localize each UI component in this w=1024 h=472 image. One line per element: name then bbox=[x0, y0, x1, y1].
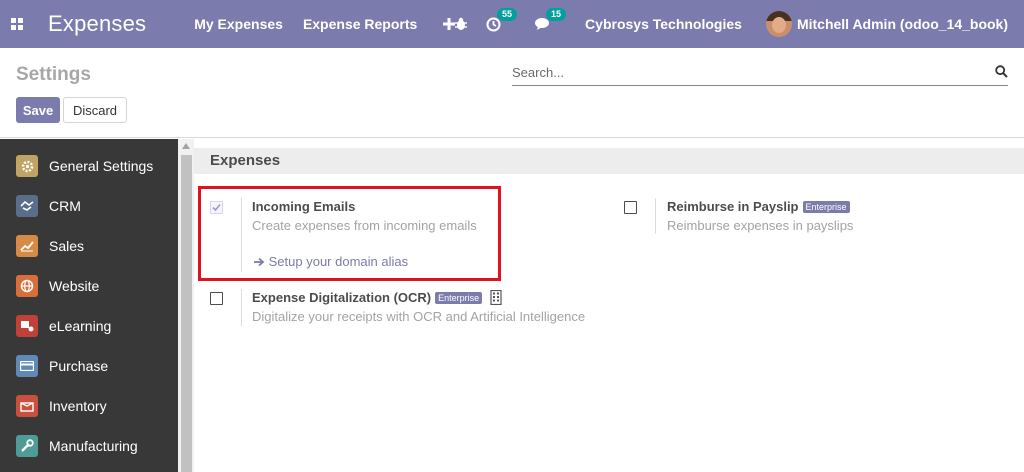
sidebar-item-general-settings[interactable]: General Settings bbox=[0, 146, 178, 186]
setting-divider bbox=[241, 289, 242, 326]
search-input[interactable] bbox=[512, 60, 982, 84]
sidebar-item-sales[interactable]: Sales bbox=[0, 226, 178, 266]
sidebar-item-manufacturing[interactable]: Manufacturing bbox=[0, 426, 178, 466]
expense-digitalization-label: Expense Digitalization (OCR) bbox=[252, 290, 432, 305]
sidebar-item-inventory[interactable]: Inventory bbox=[0, 386, 178, 426]
sidebar-item-label: CRM bbox=[49, 198, 81, 214]
expense-digitalization-title: Expense Digitalization (OCR) Enterprise bbox=[252, 289, 502, 306]
app-title[interactable]: Expenses bbox=[48, 11, 146, 37]
gear-icon bbox=[16, 155, 38, 177]
sidebar-item-label: Purchase bbox=[49, 358, 109, 374]
user-name: Mitchell Admin (odoo_14_book) bbox=[796, 16, 1008, 32]
avatar bbox=[765, 11, 792, 37]
reimburse-in-payslip-checkbox[interactable] bbox=[624, 201, 637, 214]
scrollbar-thumb[interactable] bbox=[181, 155, 192, 472]
reimburse-in-payslip-description: Reimburse expenses in payslips bbox=[667, 218, 854, 233]
activity-clock-icon[interactable]: 55 bbox=[486, 7, 518, 32]
navbar-right: 55 15 Cybrosys Technologies Mitchell Adm… bbox=[436, 0, 1008, 48]
scroll-up-arrow-icon[interactable] bbox=[181, 142, 191, 150]
handshake-icon bbox=[16, 195, 38, 217]
section-title: Expenses bbox=[210, 152, 281, 169]
sidebar-item-purchase[interactable]: Purchase bbox=[0, 346, 178, 386]
discard-button[interactable]: Discard bbox=[63, 97, 127, 123]
setting-divider bbox=[655, 198, 656, 234]
sidebar-item-label: Inventory bbox=[49, 398, 107, 414]
sidebar-item-label: Manufacturing bbox=[49, 438, 138, 454]
search-bar bbox=[512, 60, 1008, 86]
activity-count-badge: 55 bbox=[497, 7, 518, 21]
enterprise-badge: Enterprise bbox=[802, 201, 850, 213]
sidebar-item-elearning[interactable]: eLearning bbox=[0, 306, 178, 346]
chat-bubble-icon[interactable]: 15 bbox=[535, 8, 567, 31]
section-header: Expenses bbox=[194, 148, 1024, 174]
highlight-box bbox=[198, 186, 501, 281]
elearning-icon bbox=[16, 315, 38, 337]
top-navbar: Expenses My Expenses Expense Reports 55 bbox=[0, 0, 1024, 48]
settings-sidebar: General Settings CRM Sales Website eLear… bbox=[0, 139, 178, 472]
box-icon bbox=[16, 395, 38, 417]
apps-menu-icon[interactable] bbox=[0, 0, 34, 48]
sidebar-item-label: Sales bbox=[49, 238, 85, 254]
expense-digitalization-description: Digitalize your receipts with OCR and Ar… bbox=[252, 309, 586, 324]
company-switcher[interactable]: Cybrosys Technologies bbox=[585, 16, 742, 32]
save-button[interactable]: Save bbox=[16, 97, 60, 123]
sidebar-item-label: Website bbox=[49, 278, 100, 294]
expense-digitalization-checkbox[interactable] bbox=[210, 292, 223, 305]
wrench-icon bbox=[16, 435, 38, 457]
page-title: Settings bbox=[16, 64, 91, 85]
reimburse-in-payslip-title: Reimburse in Payslip Enterprise bbox=[667, 199, 850, 214]
user-menu[interactable]: Mitchell Admin (odoo_14_book) bbox=[765, 11, 1008, 37]
credit-card-icon bbox=[16, 355, 38, 377]
building-icon[interactable] bbox=[490, 289, 502, 306]
control-panel: Settings Save Discard bbox=[0, 48, 1024, 138]
sidebar-item-crm[interactable]: CRM bbox=[0, 186, 178, 226]
chart-up-icon bbox=[16, 235, 38, 257]
sidebar-item-label: General Settings bbox=[49, 158, 154, 174]
menu-expense-reports[interactable]: Expense Reports bbox=[303, 16, 417, 32]
menu-my-expenses[interactable]: My Expenses bbox=[194, 16, 283, 32]
sidebar-item-website[interactable]: Website bbox=[0, 266, 178, 306]
reimburse-in-payslip-label: Reimburse in Payslip bbox=[667, 199, 799, 214]
search-icon[interactable] bbox=[995, 65, 1008, 83]
sidebar-item-label: eLearning bbox=[49, 318, 112, 334]
globe-icon bbox=[16, 275, 38, 297]
enterprise-badge: Enterprise bbox=[435, 292, 483, 304]
bug-icon[interactable] bbox=[454, 17, 468, 31]
message-count-badge: 15 bbox=[546, 8, 567, 21]
